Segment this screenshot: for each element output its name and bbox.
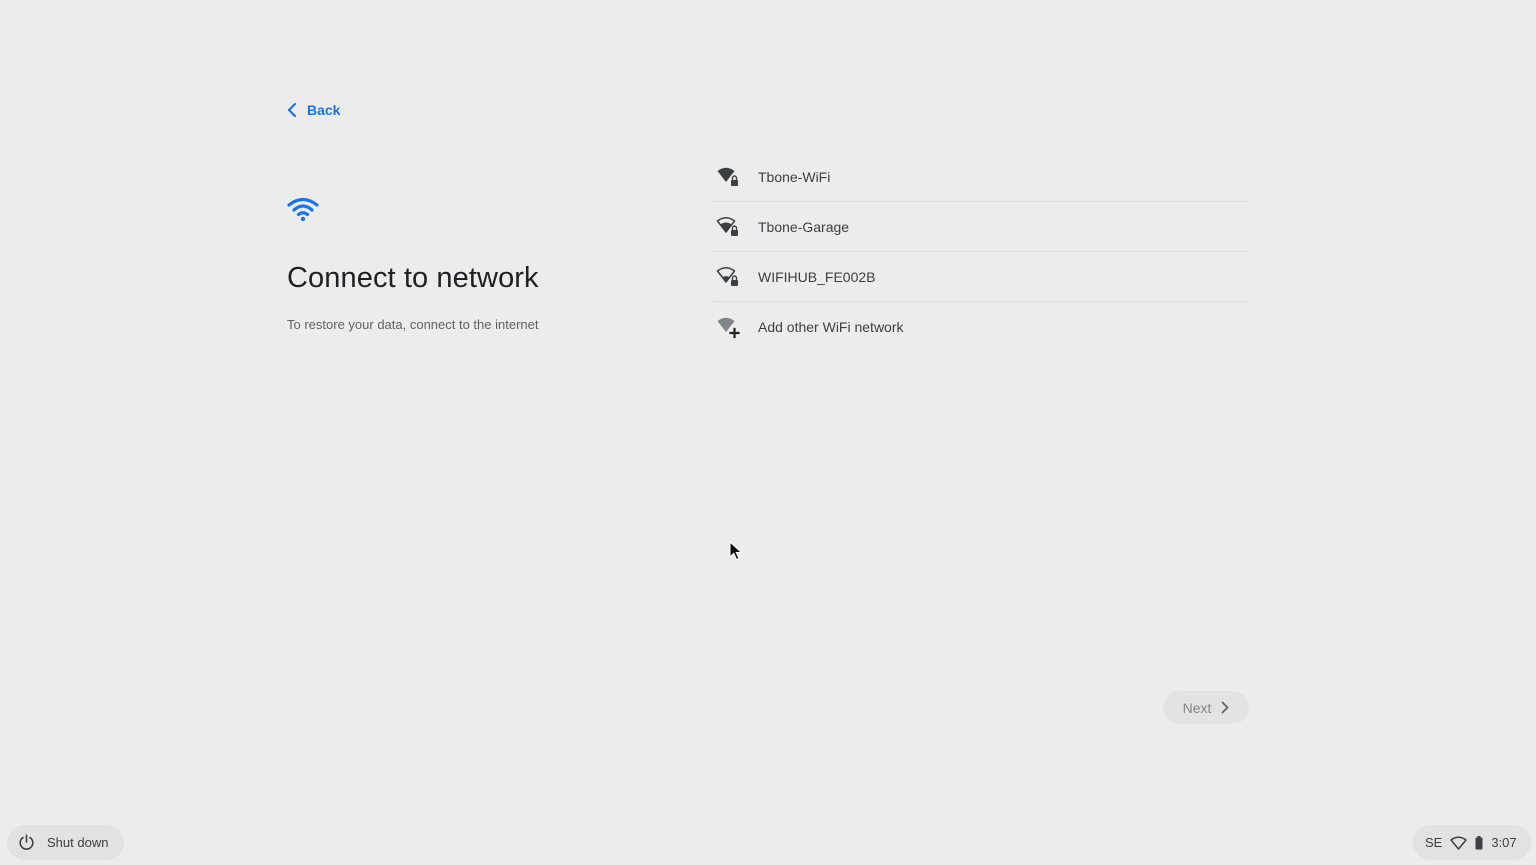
add-wifi-network-item[interactable]: Add other WiFi network (713, 302, 1249, 351)
next-button[interactable]: Next (1163, 691, 1249, 724)
next-label: Next (1182, 699, 1212, 716)
network-item-tbone-wifi[interactable]: Tbone-WiFi (713, 152, 1249, 202)
network-name: Tbone-WiFi (758, 168, 831, 185)
network-item-tbone-garage[interactable]: Tbone-Garage (713, 202, 1249, 252)
network-name: Tbone-Garage (758, 218, 850, 235)
network-item-wifihub-fe002b[interactable]: WIFIHUB_FE002B (713, 252, 1249, 302)
wifi-lock-icon (716, 265, 740, 289)
network-name: WIFIHUB_FE002B (758, 268, 876, 285)
network-list: Tbone-WiFi Tbone-Garage WIFIHUB_FE002B A… (713, 152, 1249, 351)
mouse-cursor-icon (729, 541, 743, 561)
shutdown-button[interactable]: Shut down (7, 825, 124, 860)
page-title: Connect to network (287, 262, 539, 294)
wifi-add-icon (716, 315, 740, 339)
wifi-lock-icon (716, 165, 740, 189)
shutdown-label: Shut down (47, 835, 109, 850)
back-button[interactable]: Back (287, 99, 340, 121)
keyboard-layout-indicator: SE (1425, 835, 1443, 850)
power-icon (19, 834, 34, 850)
wifi-icon (287, 197, 319, 222)
back-label: Back (307, 102, 341, 118)
page-subtitle: To restore your data, connect to the int… (287, 317, 539, 332)
oobe-screen: Back Connect to network To restore your … (0, 0, 1536, 865)
status-tray[interactable]: SE 3:07 (1413, 825, 1531, 860)
chevron-left-icon (287, 103, 297, 117)
chevron-right-icon (1221, 701, 1229, 714)
clock-time: 3:07 (1491, 835, 1517, 850)
wifi-status-icon (1450, 836, 1468, 850)
add-wifi-network-label: Add other WiFi network (758, 318, 904, 335)
battery-icon (1475, 835, 1483, 849)
wifi-lock-icon (716, 215, 740, 239)
